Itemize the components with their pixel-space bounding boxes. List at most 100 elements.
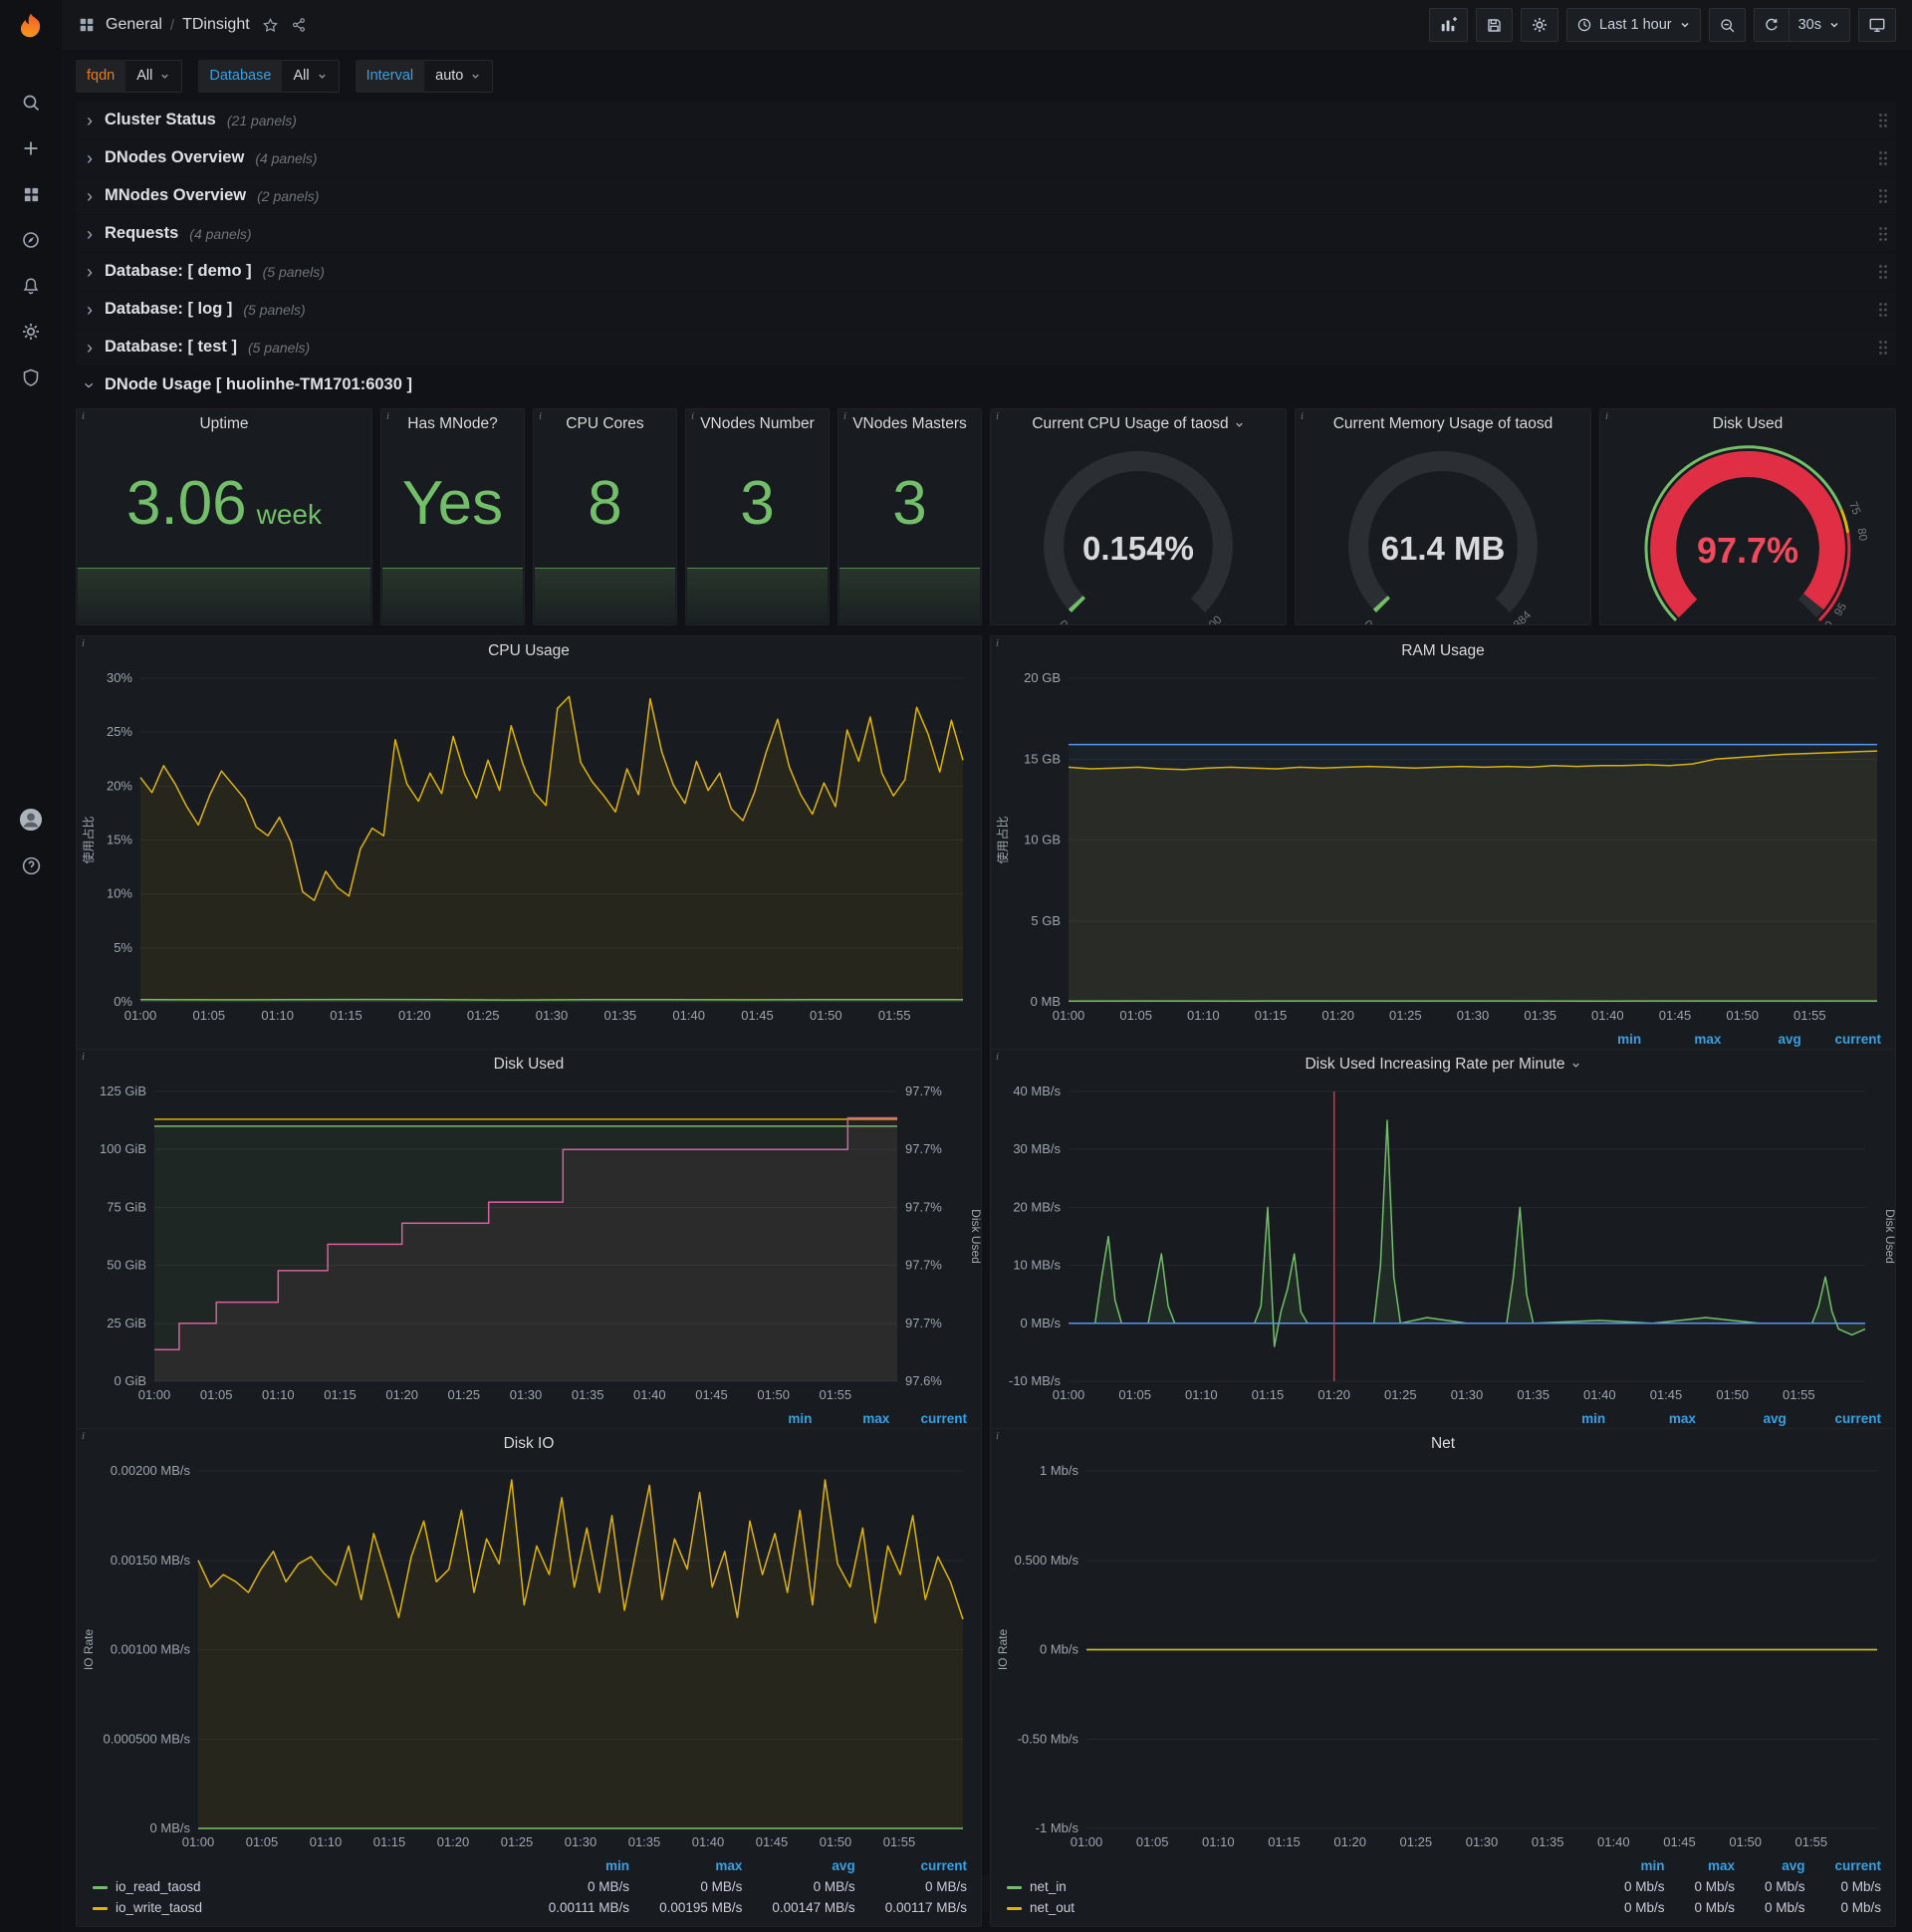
variable-value-dropdown[interactable]: All bbox=[125, 59, 183, 93]
dashboard-row-database-test[interactable]: › Database: [ test ] (5 panels) bbox=[76, 329, 1896, 365]
disk-io-chart[interactable]: 0 MB/s 0.000500 MB/s 0.00100 MB/s 0.00150 M… bbox=[77, 1459, 981, 1854]
row-drag-handle[interactable] bbox=[1878, 150, 1888, 166]
legend-series-name[interactable]: net_out bbox=[1030, 1898, 1075, 1918]
cpu-usage-chart[interactable]: 0% 5% 10% 15% 20% 25% 30% 01:00 01:05 01:10 01:15 0… bbox=[77, 666, 981, 1049]
dashboard-row-database-demo[interactable]: › Database: [ demo ] (5 panels) bbox=[76, 253, 1896, 290]
dashboard-settings-button[interactable] bbox=[1521, 8, 1559, 42]
dashboard-row-cluster-status[interactable]: › Cluster Status (21 panels) bbox=[76, 102, 1896, 138]
configuration-button[interactable] bbox=[0, 309, 62, 355]
cycle-view-mode-button[interactable] bbox=[1858, 8, 1896, 42]
panel-title[interactable]: VNodes Masters bbox=[838, 409, 981, 439]
ram-usage-chart[interactable]: 0 MB 5 GB 10 GB 15 GB 20 GB 01:00 01:05 01:10 01… bbox=[991, 666, 1895, 1028]
panel-info-icon[interactable]: i bbox=[993, 636, 1002, 650]
panel-title[interactable]: Current CPU Usage of taosd bbox=[991, 409, 1286, 439]
legend-column-header[interactable]: avg bbox=[1751, 1030, 1800, 1050]
legend-column-header[interactable]: avg bbox=[1765, 1856, 1804, 1876]
panel-title[interactable]: Uptime bbox=[77, 409, 371, 439]
panel-title[interactable]: CPU Cores bbox=[534, 409, 676, 439]
net-chart[interactable]: -1 Mb/s -0.50 Mb/s 0 Mb/s 0.500 Mb/s 1 Mb/s 0… bbox=[991, 1459, 1895, 1854]
legend-series-name[interactable]: io_write_taosd bbox=[116, 1898, 202, 1918]
panel-title[interactable]: Net bbox=[991, 1429, 1895, 1459]
refresh-button[interactable] bbox=[1753, 8, 1789, 42]
row-drag-handle[interactable] bbox=[1878, 226, 1888, 242]
breadcrumb-folder[interactable]: General bbox=[106, 16, 162, 34]
panel-info-icon[interactable]: i bbox=[993, 409, 1002, 423]
panel-info-icon[interactable]: i bbox=[383, 409, 392, 423]
legend-column-header[interactable]: current bbox=[919, 1409, 967, 1429]
legend-column-header[interactable]: max bbox=[659, 1856, 742, 1876]
panel-info-icon[interactable]: i bbox=[688, 409, 697, 423]
add-panel-button[interactable] bbox=[1429, 8, 1469, 42]
breadcrumb-dashboard-title[interactable]: TDinsight bbox=[182, 16, 250, 34]
legend-column-header[interactable]: min bbox=[1591, 1030, 1641, 1050]
row-drag-handle[interactable] bbox=[1878, 264, 1888, 280]
panel-title[interactable]: Has MNode? bbox=[381, 409, 524, 439]
legend-series-name[interactable]: io_read_taosd bbox=[116, 1877, 201, 1897]
legend-column-header[interactable]: current bbox=[1816, 1409, 1881, 1429]
row-drag-handle[interactable] bbox=[1878, 113, 1888, 128]
row-drag-handle[interactable] bbox=[1878, 302, 1888, 318]
panel-title[interactable]: CPU Usage bbox=[77, 636, 981, 666]
refresh-interval-dropdown[interactable]: 30s bbox=[1788, 8, 1850, 42]
svg-text:0.500 Mb/s: 0.500 Mb/s bbox=[1015, 1553, 1079, 1568]
legend-column-header[interactable]: max bbox=[1694, 1856, 1735, 1876]
row-drag-handle[interactable] bbox=[1878, 340, 1888, 356]
panel-menu-caret-icon[interactable] bbox=[1570, 1060, 1581, 1071]
dashboard-row-mnodes-overview[interactable]: › MNodes Overview (2 panels) bbox=[76, 177, 1896, 214]
legend-column-header[interactable]: max bbox=[1671, 1030, 1721, 1050]
zoom-out-button[interactable] bbox=[1708, 8, 1746, 42]
panel-title[interactable]: Disk Used Increasing Rate per Minute bbox=[991, 1050, 1895, 1080]
explore-button[interactable] bbox=[0, 217, 62, 263]
panel-title[interactable]: Current Memory Usage of taosd bbox=[1296, 409, 1590, 439]
legend-column-header[interactable]: min bbox=[765, 1409, 812, 1429]
time-range-picker[interactable]: Last 1 hour bbox=[1566, 8, 1701, 42]
panel-title[interactable]: Disk IO bbox=[77, 1429, 981, 1459]
panel-info-icon[interactable]: i bbox=[536, 409, 545, 423]
dashboard-row-database-log[interactable]: › Database: [ log ] (5 panels) bbox=[76, 291, 1896, 328]
alerting-button[interactable] bbox=[0, 263, 62, 309]
legend-column-header[interactable]: current bbox=[1831, 1030, 1881, 1050]
save-dashboard-button[interactable] bbox=[1476, 8, 1514, 42]
server-admin-button[interactable] bbox=[0, 355, 62, 400]
legend-column-header[interactable]: max bbox=[841, 1409, 889, 1429]
variable-value-dropdown[interactable]: auto bbox=[424, 59, 494, 93]
grafana-logo[interactable] bbox=[0, 0, 62, 52]
dashboards-button[interactable] bbox=[0, 171, 62, 217]
help-button[interactable] bbox=[0, 843, 62, 888]
disk-used-chart[interactable]: 0 GiB 25 GiB 50 GiB 75 GiB 100 GiB 125 GiB 97.… bbox=[77, 1080, 981, 1407]
panel-info-icon[interactable]: i bbox=[79, 409, 88, 423]
panel-title[interactable]: Disk Used bbox=[77, 1050, 981, 1080]
panel-info-icon[interactable]: i bbox=[79, 1429, 88, 1443]
legend-column-header[interactable]: min bbox=[1624, 1856, 1664, 1876]
panel-info-icon[interactable]: i bbox=[1602, 409, 1611, 423]
panel-info-icon[interactable]: i bbox=[840, 409, 849, 423]
search-button[interactable] bbox=[0, 80, 62, 125]
legend-column-header[interactable]: avg bbox=[772, 1856, 854, 1876]
panel-info-icon[interactable]: i bbox=[993, 1429, 1002, 1443]
legend-series-name[interactable]: net_in bbox=[1030, 1877, 1067, 1897]
panel-info-icon[interactable]: i bbox=[1298, 409, 1307, 423]
panel-title[interactable]: Disk Used bbox=[1600, 409, 1895, 439]
legend-column-header[interactable]: current bbox=[1834, 1856, 1881, 1876]
dashboard-row-requests[interactable]: › Requests (4 panels) bbox=[76, 215, 1896, 252]
user-avatar-button[interactable] bbox=[0, 797, 62, 843]
panel-title[interactable]: RAM Usage bbox=[991, 636, 1895, 666]
legend-column-header[interactable]: min bbox=[1548, 1409, 1605, 1429]
legend-column-header[interactable]: current bbox=[885, 1856, 967, 1876]
panel-info-icon[interactable]: i bbox=[79, 1050, 88, 1064]
disk-rate-chart[interactable]: -10 MB/s 0 MB/s 10 MB/s 20 MB/s 30 MB/s 40 MB… bbox=[991, 1080, 1895, 1407]
panel-menu-caret-icon[interactable] bbox=[1234, 419, 1245, 430]
row-drag-handle[interactable] bbox=[1878, 188, 1888, 204]
create-button[interactable] bbox=[0, 125, 62, 171]
star-dashboard-button[interactable] bbox=[262, 17, 279, 34]
legend-column-header[interactable]: max bbox=[1635, 1409, 1696, 1429]
variable-value-dropdown[interactable]: All bbox=[282, 59, 340, 93]
panel-title[interactable]: VNodes Number bbox=[686, 409, 829, 439]
share-dashboard-button[interactable] bbox=[291, 17, 307, 33]
dashboard-row-dnodes-overview[interactable]: › DNodes Overview (4 panels) bbox=[76, 139, 1896, 176]
legend-column-header[interactable]: min bbox=[549, 1856, 629, 1876]
dashboard-row-dnode-usage[interactable]: › DNode Usage [ huolinhe-TM1701:6030 ] bbox=[76, 366, 1896, 403]
legend-column-header[interactable]: avg bbox=[1726, 1409, 1786, 1429]
panel-info-icon[interactable]: i bbox=[993, 1050, 1002, 1064]
panel-info-icon[interactable]: i bbox=[79, 636, 88, 650]
